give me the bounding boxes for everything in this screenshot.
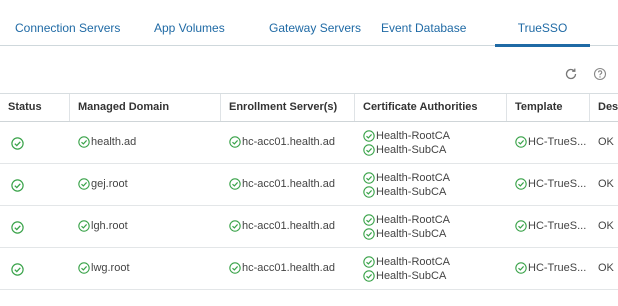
managed-domain-cell: lgh.root bbox=[70, 206, 221, 247]
truesso-table: Status Managed Domain Enrollment Server(… bbox=[0, 93, 618, 306]
template-cell: HC-TrueS... bbox=[507, 164, 590, 205]
column-header-description[interactable]: Desc bbox=[590, 94, 618, 121]
enrollment-server-cell: hc-acc01.health.ad bbox=[221, 206, 355, 247]
tab-gateway-servers[interactable]: Gateway Servers bbox=[269, 0, 361, 46]
managed-domain-cell: lwg.root bbox=[70, 248, 221, 289]
enrollment-server: hc-acc01.health.ad bbox=[242, 262, 335, 274]
help-icon[interactable] bbox=[592, 66, 608, 82]
certificate-authority: Health-SubCA bbox=[376, 270, 447, 282]
certificate-authorities-cell: Health-RootCA Health-SubCA bbox=[355, 122, 507, 163]
tab-event-database[interactable]: Event Database bbox=[381, 0, 466, 46]
template-ok-icon bbox=[515, 262, 527, 274]
enrollment-server-cell: hc-acc01.health.ad bbox=[221, 122, 355, 163]
column-header-managed-domain[interactable]: Managed Domain bbox=[70, 94, 221, 121]
description-text: OK bbox=[598, 220, 614, 232]
domain-ok-icon bbox=[78, 262, 90, 274]
template-name: HC-TrueS... bbox=[528, 136, 587, 148]
template-ok-icon bbox=[515, 220, 527, 232]
template-cell: HC-TrueS... bbox=[507, 206, 590, 247]
ca-ok-icon bbox=[363, 144, 375, 156]
enrollment-ok-icon bbox=[229, 220, 241, 232]
certificate-authority: Health-RootCA bbox=[376, 256, 450, 268]
description-text: OK bbox=[598, 262, 614, 274]
column-header-template[interactable]: Template bbox=[507, 94, 590, 121]
description-cell: OK bbox=[590, 248, 618, 289]
managed-domain: lwg.root bbox=[91, 262, 130, 274]
certificate-authorities-cell: Health-RootCA Health-SubCA bbox=[355, 248, 507, 289]
ca-ok-icon bbox=[363, 186, 375, 198]
certificate-authority: Health-RootCA bbox=[376, 130, 450, 142]
status-cell bbox=[0, 206, 70, 247]
template-name: HC-TrueS... bbox=[528, 178, 587, 190]
template-name: HC-TrueS... bbox=[528, 262, 587, 274]
managed-domain-cell: gej.root bbox=[70, 164, 221, 205]
template-name: HC-TrueS... bbox=[528, 220, 587, 232]
status-cell bbox=[0, 164, 70, 205]
status-cell bbox=[0, 248, 70, 289]
managed-domain: health.ad bbox=[91, 136, 137, 148]
certificate-authority: Health-RootCA bbox=[376, 214, 450, 226]
ca-ok-icon bbox=[363, 228, 375, 240]
ca-ok-icon bbox=[363, 130, 375, 142]
status-ok-icon bbox=[11, 263, 24, 276]
managed-domain: lgh.root bbox=[91, 220, 128, 232]
certificate-authority: Health-SubCA bbox=[376, 144, 447, 156]
description-text: OK bbox=[598, 136, 614, 148]
table-row[interactable]: lgh.root hc-acc01.health.ad Health-RootC… bbox=[0, 206, 618, 248]
enrollment-server: hc-acc01.health.ad bbox=[242, 136, 335, 148]
status-ok-icon bbox=[11, 137, 24, 150]
enrollment-server-cell: hc-acc01.health.ad bbox=[221, 248, 355, 289]
status-ok-icon bbox=[11, 179, 24, 192]
template-ok-icon bbox=[515, 178, 527, 190]
template-cell: HC-TrueS... bbox=[507, 248, 590, 289]
tab-bar: Connection Servers App Volumes Gateway S… bbox=[0, 0, 618, 47]
description-cell: OK bbox=[590, 122, 618, 163]
enrollment-server-cell: hc-acc01.health.ad bbox=[221, 164, 355, 205]
domain-ok-icon bbox=[78, 178, 90, 190]
refresh-icon[interactable] bbox=[563, 66, 579, 82]
certificate-authority: Health-SubCA bbox=[376, 186, 447, 198]
ca-ok-icon bbox=[363, 214, 375, 226]
tab-truesso[interactable]: TrueSSO bbox=[495, 0, 590, 47]
table-row[interactable]: lwg.root hc-acc01.health.ad Health-RootC… bbox=[0, 248, 618, 290]
table-row[interactable]: health.ad hc-acc01.health.ad Health-Root… bbox=[0, 122, 618, 164]
tab-app-volumes[interactable]: App Volumes bbox=[154, 0, 225, 46]
ca-ok-icon bbox=[363, 172, 375, 184]
enrollment-server: hc-acc01.health.ad bbox=[242, 220, 335, 232]
domain-ok-icon bbox=[78, 136, 90, 148]
column-header-status[interactable]: Status bbox=[0, 94, 70, 121]
table-header: Status Managed Domain Enrollment Server(… bbox=[0, 94, 618, 122]
tab-connection-servers[interactable]: Connection Servers bbox=[15, 0, 120, 46]
template-cell: HC-TrueS... bbox=[507, 122, 590, 163]
certificate-authority: Health-RootCA bbox=[376, 172, 450, 184]
column-header-enrollment-servers[interactable]: Enrollment Server(s) bbox=[221, 94, 355, 121]
enrollment-ok-icon bbox=[229, 178, 241, 190]
column-header-certificate-authorities[interactable]: Certificate Authorities bbox=[355, 94, 507, 121]
managed-domain: gej.root bbox=[91, 178, 128, 190]
ca-ok-icon bbox=[363, 270, 375, 282]
table-row[interactable]: gej.root hc-acc01.health.ad Health-RootC… bbox=[0, 164, 618, 206]
status-ok-icon bbox=[11, 221, 24, 234]
domain-ok-icon bbox=[78, 220, 90, 232]
description-cell: OK bbox=[590, 164, 618, 205]
truesso-panel: Connection Servers App Volumes Gateway S… bbox=[0, 0, 618, 306]
managed-domain-cell: health.ad bbox=[70, 122, 221, 163]
template-ok-icon bbox=[515, 136, 527, 148]
status-cell bbox=[0, 122, 70, 163]
enrollment-server: hc-acc01.health.ad bbox=[242, 178, 335, 190]
enrollment-ok-icon bbox=[229, 262, 241, 274]
ca-ok-icon bbox=[363, 256, 375, 268]
description-text: OK bbox=[598, 178, 614, 190]
certificate-authority: Health-SubCA bbox=[376, 228, 447, 240]
certificate-authorities-cell: Health-RootCA Health-SubCA bbox=[355, 164, 507, 205]
certificate-authorities-cell: Health-RootCA Health-SubCA bbox=[355, 206, 507, 247]
enrollment-ok-icon bbox=[229, 136, 241, 148]
description-cell: OK bbox=[590, 206, 618, 247]
